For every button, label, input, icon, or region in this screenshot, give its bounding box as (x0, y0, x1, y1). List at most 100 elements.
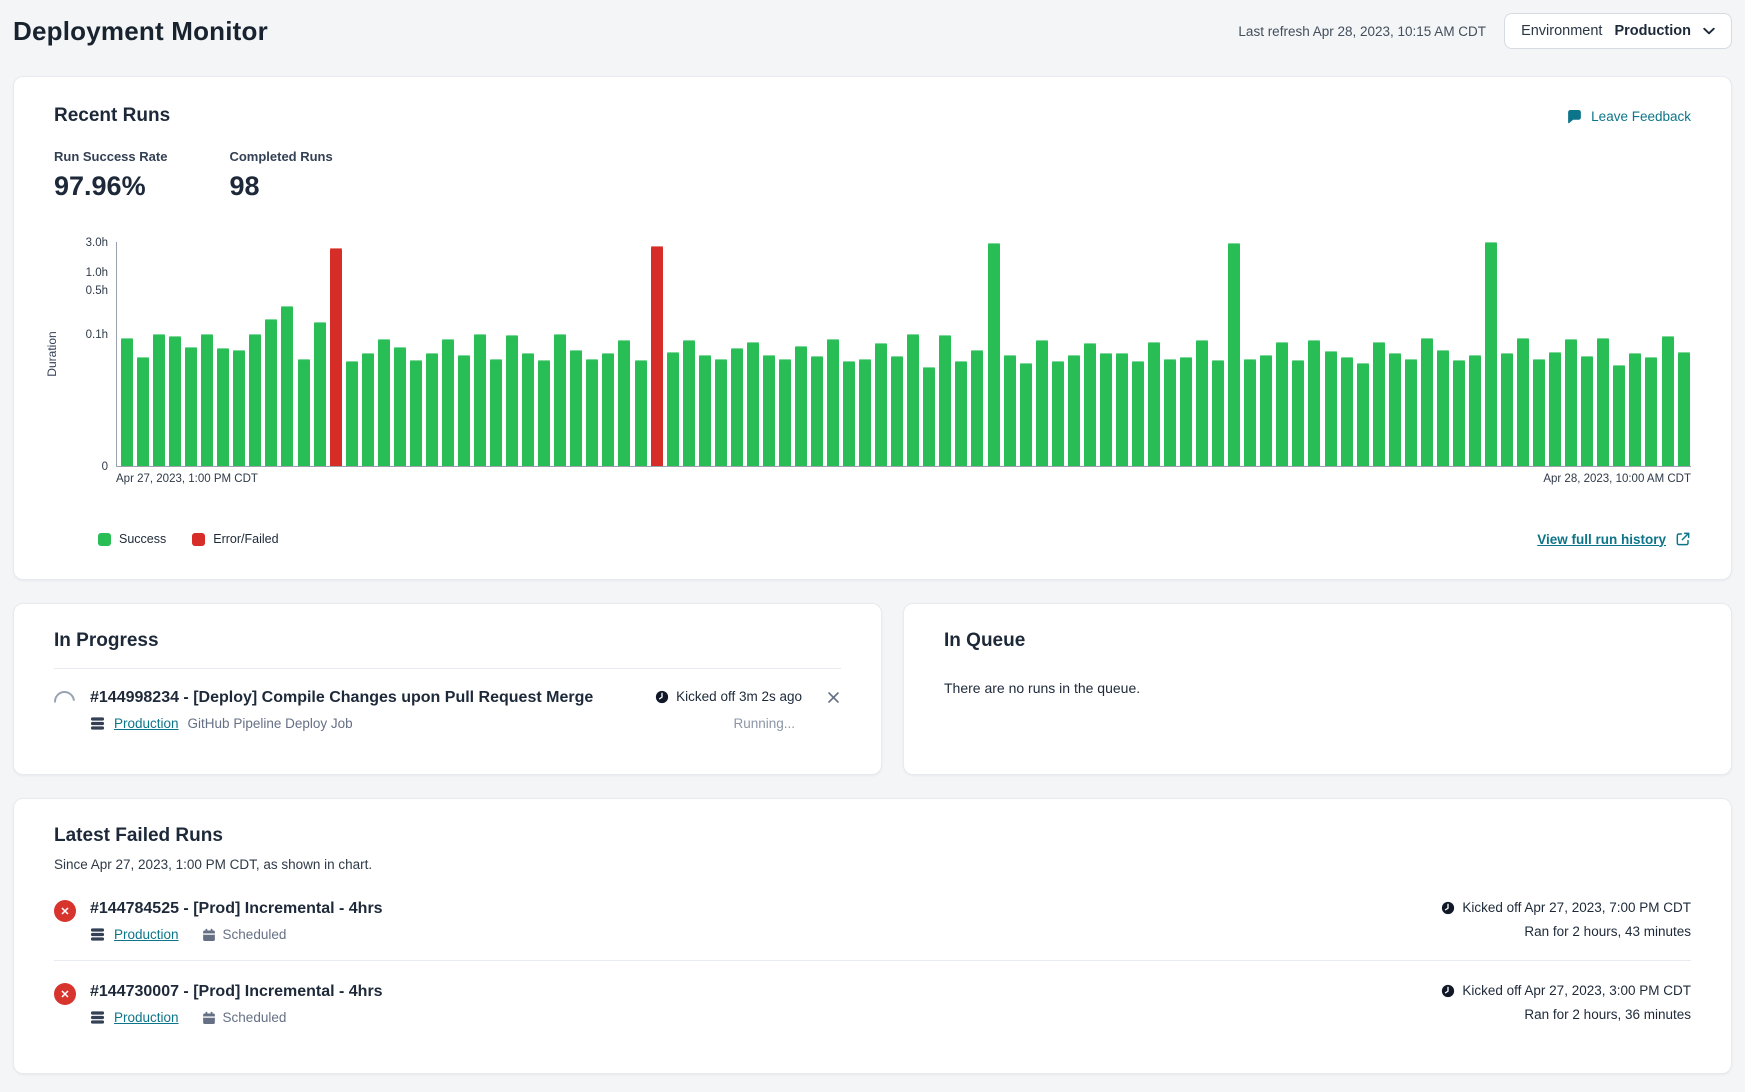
run-bar[interactable] (1629, 353, 1641, 466)
run-bar[interactable] (811, 356, 823, 466)
run-bar[interactable] (1196, 340, 1208, 466)
run-bar[interactable] (971, 350, 983, 466)
run-bar[interactable] (1020, 363, 1032, 466)
run-bar[interactable] (715, 359, 727, 466)
run-bar[interactable] (955, 361, 967, 466)
run-bar[interactable] (378, 339, 390, 466)
run-bar[interactable] (201, 334, 213, 466)
run-bar[interactable] (1405, 359, 1417, 466)
leave-feedback-link[interactable]: Leave Feedback (1566, 108, 1691, 125)
run-bar[interactable] (747, 342, 759, 466)
run-bar[interactable] (1373, 342, 1385, 466)
run-bar[interactable] (1004, 355, 1016, 466)
run-bar[interactable] (1613, 365, 1625, 466)
run-bar[interactable] (458, 355, 470, 466)
run-bar[interactable] (1453, 360, 1465, 466)
view-full-run-history-link[interactable]: View full run history (1537, 531, 1691, 547)
run-bar[interactable] (988, 243, 1000, 466)
run-bar[interactable] (1565, 339, 1577, 466)
run-bar[interactable] (426, 353, 438, 466)
run-bar[interactable] (1276, 342, 1288, 466)
run-bar[interactable] (635, 360, 647, 466)
run-bar[interactable] (1244, 359, 1256, 466)
run-bar[interactable] (265, 319, 277, 466)
run-bar[interactable] (1597, 338, 1609, 466)
run-bar[interactable] (843, 361, 855, 466)
environment-link[interactable]: Production (114, 716, 179, 731)
run-bar[interactable] (394, 347, 406, 466)
run-bar[interactable] (442, 339, 454, 466)
run-bar[interactable] (233, 350, 245, 466)
close-icon[interactable] (826, 689, 841, 705)
run-bar[interactable] (1517, 338, 1529, 466)
run-bar[interactable] (1180, 357, 1192, 466)
run-bar[interactable] (1341, 357, 1353, 466)
run-bar[interactable] (1645, 357, 1657, 466)
run-bar[interactable] (554, 334, 566, 466)
run-bar[interactable] (1357, 363, 1369, 466)
run-bar[interactable] (859, 359, 871, 466)
run-bar[interactable] (731, 348, 743, 466)
run-bar[interactable] (506, 335, 518, 466)
run-bar[interactable] (1662, 336, 1674, 466)
run-bar[interactable] (1052, 361, 1064, 466)
run-bar[interactable] (1132, 361, 1144, 466)
run-bar[interactable] (602, 353, 614, 466)
run-bar[interactable] (683, 340, 695, 466)
run-bar[interactable] (570, 350, 582, 466)
run-bar[interactable] (121, 338, 133, 466)
run-bar[interactable] (314, 322, 326, 466)
run-bar[interactable] (217, 348, 229, 466)
run-bar[interactable] (346, 361, 358, 466)
run-bar[interactable] (298, 359, 310, 466)
run-bar[interactable] (490, 359, 502, 466)
run-bar[interactable] (1421, 338, 1433, 466)
environment-select[interactable]: Environment Production (1504, 13, 1732, 49)
run-bar[interactable] (763, 355, 775, 466)
run-bar[interactable] (1678, 352, 1690, 466)
run-bar[interactable] (1549, 352, 1561, 466)
run-bar[interactable] (1100, 353, 1112, 466)
run-bar[interactable] (1325, 351, 1337, 466)
run-bar[interactable] (795, 346, 807, 466)
run-bar[interactable] (169, 336, 181, 466)
run-bar[interactable] (522, 353, 534, 466)
run-bar[interactable] (185, 347, 197, 466)
run-bar[interactable] (538, 360, 550, 466)
run-bar[interactable] (249, 334, 261, 466)
run-bar[interactable] (907, 334, 919, 466)
run-bar[interactable] (586, 359, 598, 466)
run-bar[interactable] (939, 335, 951, 466)
environment-link[interactable]: Production (114, 927, 179, 942)
run-bar[interactable] (875, 343, 887, 466)
run-bar[interactable] (1389, 353, 1401, 466)
run-bar[interactable] (1036, 340, 1048, 466)
run-bar[interactable] (1164, 359, 1176, 466)
run-bar[interactable] (1469, 355, 1481, 466)
run-bar[interactable] (137, 357, 149, 466)
run-bar[interactable] (330, 248, 342, 466)
run-bar[interactable] (699, 355, 711, 466)
run-bar[interactable] (362, 353, 374, 466)
run-bar[interactable] (1148, 342, 1160, 466)
run-bar[interactable] (1308, 340, 1320, 466)
run-bar[interactable] (1581, 356, 1593, 466)
run-bar[interactable] (474, 334, 486, 466)
run-bar[interactable] (1437, 350, 1449, 466)
run-bar[interactable] (1228, 243, 1240, 466)
run-bar[interactable] (827, 339, 839, 466)
run-bar[interactable] (1084, 343, 1096, 466)
run-bar[interactable] (1260, 355, 1272, 466)
run-bar[interactable] (651, 246, 663, 466)
run-bar[interactable] (667, 352, 679, 466)
run-bar[interactable] (1533, 359, 1545, 466)
run-bar[interactable] (1501, 353, 1513, 466)
environment-link[interactable]: Production (114, 1010, 179, 1025)
run-bar[interactable] (891, 356, 903, 466)
run-bar[interactable] (1292, 360, 1304, 466)
run-bar[interactable] (1068, 355, 1080, 466)
run-bar[interactable] (923, 367, 935, 466)
run-bar[interactable] (779, 359, 791, 466)
run-bar[interactable] (281, 306, 293, 466)
run-bar[interactable] (410, 360, 422, 466)
